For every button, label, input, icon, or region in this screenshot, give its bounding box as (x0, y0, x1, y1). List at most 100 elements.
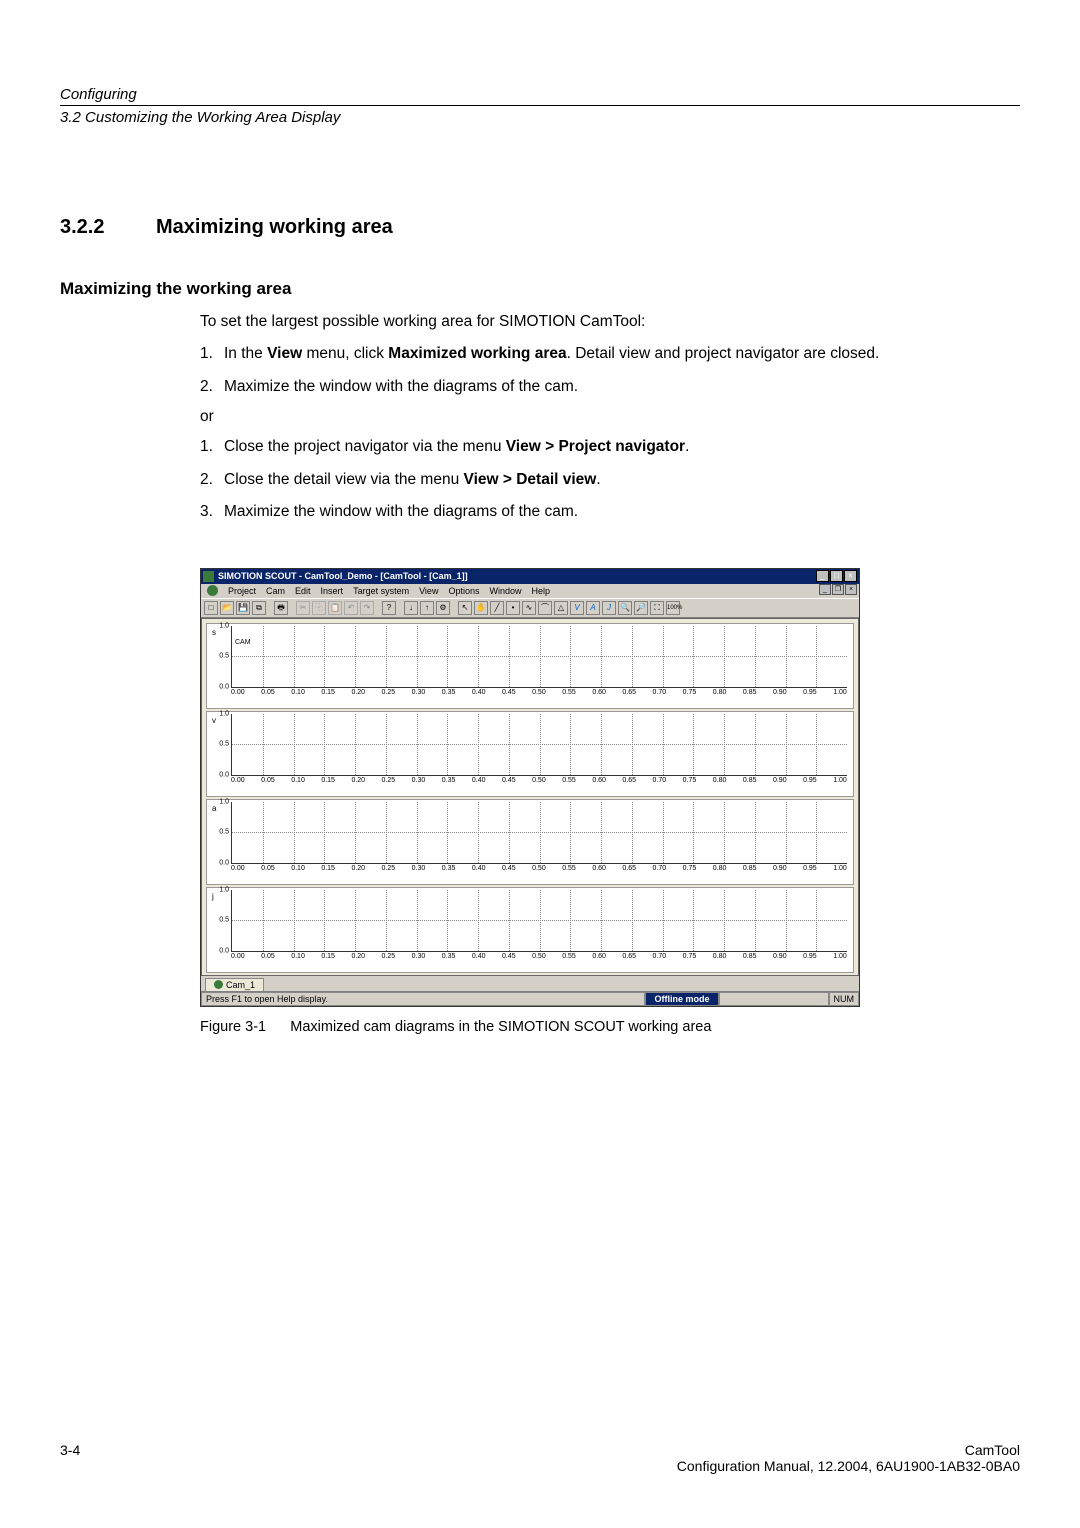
close-button[interactable]: × (844, 570, 857, 582)
x-tick-label: 0.35 (442, 953, 456, 960)
plot-area[interactable]: 0.00.51.0 (231, 714, 847, 776)
italic-a-icon[interactable]: A (586, 601, 600, 615)
x-tick-label: 0.80 (713, 865, 727, 872)
mdi-minimize-button[interactable]: _ (819, 584, 831, 595)
menu-view[interactable]: View (419, 586, 438, 596)
line-icon[interactable]: ╱ (490, 601, 504, 615)
undo-icon[interactable]: ↶ (344, 601, 358, 615)
gridline-vertical (693, 890, 694, 951)
x-tick-label: 0.80 (713, 689, 727, 696)
plot-area[interactable]: 0.00.51.0 (231, 890, 847, 952)
zoom-100-icon[interactable]: 100% (666, 601, 680, 615)
y-tick-label: 0.0 (219, 683, 232, 690)
save-icon[interactable]: 💾 (236, 601, 250, 615)
gridline-vertical (540, 626, 541, 687)
plot-area[interactable]: 0.00.51.0 (231, 802, 847, 864)
x-tick-label: 0.05 (261, 689, 275, 696)
x-tick-label: 0.30 (412, 689, 426, 696)
plot-area[interactable]: 0.00.51.0 (231, 626, 847, 688)
menu-targetsystem[interactable]: Target system (353, 586, 409, 596)
pointer-icon[interactable]: ↖ (458, 601, 472, 615)
mdi-restore-button[interactable]: ❐ (832, 584, 844, 595)
redo-icon[interactable]: ↷ (360, 601, 374, 615)
delete-icon[interactable]: △ (554, 601, 568, 615)
new-icon[interactable]: □ (204, 601, 218, 615)
mdi-close-button[interactable]: × (845, 584, 857, 595)
x-tick-label: 0.75 (683, 777, 697, 784)
compile-icon[interactable]: ⚙ (436, 601, 450, 615)
gridline-vertical (478, 714, 479, 775)
gridline-vertical (755, 626, 756, 687)
x-tick-label: 0.85 (743, 689, 757, 696)
x-tick-label: 0.25 (382, 777, 396, 784)
gridline-vertical (447, 890, 448, 951)
upload-icon[interactable]: ↑ (420, 601, 434, 615)
save-all-icon[interactable]: ⧉ (252, 601, 266, 615)
menu-help[interactable]: Help (532, 586, 551, 596)
figure-container: SIMOTION SCOUT - CamTool_Demo - [CamTool… (200, 568, 1020, 1035)
x-tick-label: 0.15 (321, 953, 335, 960)
italic-v-icon[interactable]: V (570, 601, 584, 615)
menu-edit[interactable]: Edit (295, 586, 311, 596)
x-tick-label: 0.00 (231, 777, 245, 784)
document-page: Configuring 3.2 Customizing the Working … (0, 0, 1080, 1528)
maximize-button[interactable]: □ (830, 570, 843, 582)
download-icon[interactable]: ↓ (404, 601, 418, 615)
gridline-vertical (570, 802, 571, 863)
gridline-vertical (324, 626, 325, 687)
zoom-out-icon[interactable]: 🔎 (634, 601, 648, 615)
status-help-text: Press F1 to open Help display. (201, 992, 645, 1006)
menu-cam[interactable]: Cam (266, 586, 285, 596)
open-icon[interactable]: 📂 (220, 601, 234, 615)
copy-icon[interactable]: ⿻ (312, 601, 326, 615)
zoom-fit-icon[interactable]: ⛶ (650, 601, 664, 615)
status-num: NUM (829, 992, 860, 1006)
x-tick-label: 0.60 (592, 865, 606, 872)
gridline-vertical (263, 626, 264, 687)
x-tick-label: 0.50 (532, 865, 546, 872)
gridline-vertical (386, 802, 387, 863)
list2-item-1: 1. Close the project navigator via the m… (200, 436, 1020, 458)
help-icon[interactable]: ? (382, 601, 396, 615)
menu-window[interactable]: Window (489, 586, 521, 596)
hand-icon[interactable]: ✋ (474, 601, 488, 615)
status-offline: Offline mode (645, 992, 718, 1006)
x-tick-label: 0.95 (803, 865, 817, 872)
zoom-in-icon[interactable]: 🔍 (618, 601, 632, 615)
italic-j-icon[interactable]: J (602, 601, 616, 615)
print-icon[interactable]: 🖶 (274, 601, 288, 615)
minimize-button[interactable]: _ (816, 570, 829, 582)
menu-options[interactable]: Options (448, 586, 479, 596)
intro-paragraph: To set the largest possible working area… (200, 311, 1020, 333)
x-tick-label: 0.20 (351, 689, 365, 696)
gridline-vertical (478, 802, 479, 863)
ordered-list-2: 1. Close the project navigator via the m… (200, 436, 1020, 523)
paste-icon[interactable]: 📋 (328, 601, 342, 615)
y-tick-label: 0.0 (219, 859, 232, 866)
x-tick-label: 0.35 (442, 777, 456, 784)
section-title: Maximizing working area (156, 216, 393, 239)
cut-icon[interactable]: ✂ (296, 601, 310, 615)
gridline-vertical (417, 714, 418, 775)
gridline-vertical (786, 626, 787, 687)
chart-axis-label: a (212, 804, 216, 813)
x-tick-label: 1.00 (833, 953, 847, 960)
point-icon[interactable]: • (506, 601, 520, 615)
gridline-vertical (693, 714, 694, 775)
x-tick-label: 0.20 (351, 777, 365, 784)
gridline-vertical (294, 802, 295, 863)
curve2-icon[interactable]: ⌒ (538, 601, 552, 615)
tab-doc-icon (214, 980, 223, 989)
x-tick-label: 0.35 (442, 865, 456, 872)
curve1-icon[interactable]: ∿ (522, 601, 536, 615)
x-tick-label: 0.80 (713, 777, 727, 784)
gridline-vertical (570, 626, 571, 687)
menu-project[interactable]: Project (228, 586, 256, 596)
gridline-vertical (786, 714, 787, 775)
gridline-vertical (724, 714, 725, 775)
document-tab-cam1[interactable]: Cam_1 (205, 978, 264, 991)
x-tick-label: 0.10 (291, 865, 305, 872)
x-tick-label: 0.50 (532, 953, 546, 960)
menu-insert[interactable]: Insert (321, 586, 344, 596)
x-tick-label: 0.90 (773, 953, 787, 960)
